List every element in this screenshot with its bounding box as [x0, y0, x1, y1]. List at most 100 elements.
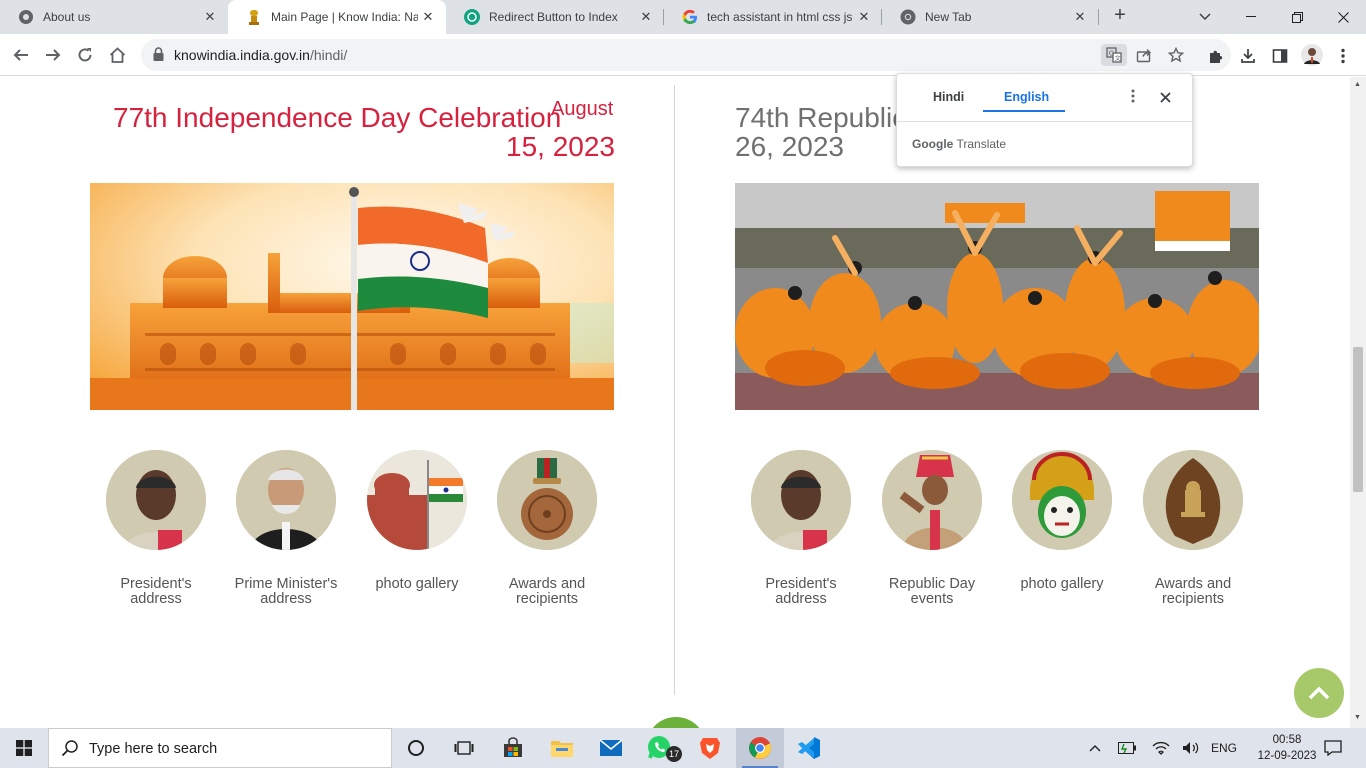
- task-view-icon[interactable]: [440, 728, 488, 768]
- extensions-puzzle-icon[interactable]: [1206, 46, 1226, 66]
- scroll-to-top-button[interactable]: [1294, 668, 1344, 718]
- svg-text:文: 文: [1115, 55, 1121, 63]
- translate-divider: [897, 121, 1192, 122]
- scroll-down-arrow-icon[interactable]: ▼: [1354, 714, 1361, 721]
- taskbar-search-box[interactable]: Type here to search: [48, 728, 392, 768]
- translate-label: Translate: [953, 137, 1007, 151]
- translate-branding: Google Translate: [912, 137, 1006, 151]
- chatgpt-icon: [464, 9, 480, 25]
- close-tab-icon[interactable]: ✕: [636, 9, 656, 25]
- scrollbar-thumb[interactable]: [1353, 347, 1363, 492]
- independence-day-month: August: [551, 98, 614, 120]
- photo-gallery-label[interactable]: photo gallery: [357, 577, 477, 592]
- republic-day-events-thumbnail[interactable]: [882, 450, 982, 550]
- microsoft-store-icon[interactable]: [489, 728, 537, 768]
- awards-recipients-thumbnail[interactable]: [1143, 450, 1243, 550]
- wifi-icon[interactable]: [1150, 728, 1172, 768]
- page-scrollbar[interactable]: ▲ ▼: [1350, 77, 1366, 728]
- minimize-icon[interactable]: [1228, 0, 1274, 34]
- photo-gallery-thumbnail[interactable]: [1012, 450, 1112, 550]
- tab-title: tech assistant in html css js g: [707, 10, 854, 24]
- chrome-taskbar-icon[interactable]: [736, 728, 784, 768]
- tab-title: About us: [43, 10, 91, 24]
- address-bar[interactable]: knowindia.india.gov.in/hindi/ G文: [141, 39, 1231, 71]
- home-icon[interactable]: [104, 42, 130, 68]
- side-panel-icon[interactable]: [1270, 46, 1290, 66]
- scroll-up-arrow-icon[interactable]: ▲: [1354, 81, 1361, 88]
- floating-green-badge[interactable]: [646, 717, 706, 728]
- back-arrow-icon[interactable]: [8, 42, 34, 68]
- volume-icon[interactable]: [1180, 728, 1202, 768]
- system-clock[interactable]: 00:58 12-09-2023: [1252, 732, 1322, 764]
- independence-day-title: 77th Independence Day Celebration: [113, 102, 562, 133]
- reload-icon[interactable]: [72, 42, 98, 68]
- mail-icon[interactable]: [587, 728, 635, 768]
- language-indicator[interactable]: ENG: [1208, 728, 1240, 768]
- close-tab-icon[interactable]: ✕: [200, 9, 220, 25]
- google-translate-icon[interactable]: G文: [1101, 44, 1127, 66]
- prime-minister-address-thumbnail[interactable]: [236, 450, 336, 550]
- show-hidden-icons-chevron[interactable]: [1084, 728, 1106, 768]
- kebab-menu-icon[interactable]: [1333, 46, 1353, 66]
- tab-tech-assistant[interactable]: tech assistant in html css js g ✕: [664, 0, 882, 34]
- tab-about-us[interactable]: About us ✕: [0, 0, 228, 34]
- president-address-thumbnail[interactable]: [106, 450, 206, 550]
- chrome-icon: [900, 9, 916, 25]
- photo-gallery-label[interactable]: photo gallery: [1002, 577, 1122, 592]
- battery-icon[interactable]: [1116, 728, 1138, 768]
- independence-day-banner[interactable]: [90, 183, 614, 410]
- close-tab-icon[interactable]: ✕: [1070, 9, 1090, 25]
- profile-avatar[interactable]: [1301, 44, 1323, 66]
- url-path: /hindi/: [309, 47, 348, 63]
- republic-day-banner[interactable]: [735, 183, 1259, 410]
- awards-recipients-label[interactable]: Awards and recipients: [1133, 577, 1253, 607]
- forward-arrow-icon[interactable]: [40, 42, 66, 68]
- vscode-icon[interactable]: [785, 728, 833, 768]
- prime-minister-address-label[interactable]: Prime Minister's address: [226, 577, 346, 607]
- close-window-icon[interactable]: [1320, 0, 1366, 34]
- file-explorer-icon[interactable]: [538, 728, 586, 768]
- ashoka-emblem-icon: [246, 9, 262, 25]
- translate-tab-hindi[interactable]: Hindi: [933, 90, 964, 104]
- close-tab-icon[interactable]: ✕: [418, 9, 438, 25]
- translate-close-icon[interactable]: [1160, 90, 1171, 108]
- republic-day-events-label[interactable]: Republic Day events: [872, 577, 992, 607]
- new-tab-button[interactable]: +: [1108, 4, 1132, 27]
- tab-new-tab[interactable]: New Tab ✕: [882, 0, 1098, 34]
- search-placeholder: Type here to search: [89, 741, 218, 757]
- download-icon[interactable]: [1238, 46, 1258, 66]
- active-tab-underline: [983, 110, 1065, 112]
- windows-taskbar: Type here to search 17 ENG 00:58 12-09-2…: [0, 728, 1366, 768]
- republic-day-title: 74th Republic: [735, 102, 907, 133]
- whatsapp-icon[interactable]: 17: [636, 728, 684, 768]
- president-address-thumbnail[interactable]: [751, 450, 851, 550]
- tab-redirect-button[interactable]: Redirect Button to Index ✕: [446, 0, 664, 34]
- photo-gallery-thumbnail[interactable]: [367, 450, 467, 550]
- bookmark-star-icon[interactable]: [1166, 45, 1186, 65]
- tab-title: Main Page | Know India: Nati: [271, 10, 418, 24]
- cortana-icon[interactable]: [392, 728, 440, 768]
- tab-separator: [1098, 9, 1099, 25]
- republic-day-date: 26, 2023: [735, 131, 844, 162]
- tab-main-page[interactable]: Main Page | Know India: Nati ✕: [228, 0, 446, 34]
- close-tab-icon[interactable]: ✕: [854, 9, 874, 25]
- globe-icon: [18, 9, 34, 25]
- president-address-label[interactable]: President's address: [741, 577, 861, 607]
- brave-browser-icon[interactable]: [686, 728, 734, 768]
- notifications-icon[interactable]: [1322, 728, 1344, 768]
- lock-icon[interactable]: [153, 47, 164, 66]
- awards-recipients-label[interactable]: Awards and recipients: [487, 577, 607, 607]
- google-logo-text: Google: [912, 137, 954, 151]
- tab-search-chevron-icon[interactable]: [1182, 0, 1228, 34]
- section-divider: [674, 85, 675, 695]
- windows-start-icon[interactable]: [0, 728, 48, 768]
- browser-tab-strip: About us ✕ Main Page | Know India: Nati …: [0, 0, 1366, 34]
- translate-options-icon[interactable]: [1131, 89, 1135, 108]
- restore-icon[interactable]: [1274, 0, 1320, 34]
- url-text: knowindia.india.gov.in/hindi/: [174, 47, 347, 63]
- president-address-label[interactable]: President's address: [96, 577, 216, 607]
- translate-tab-english[interactable]: English: [1004, 90, 1049, 104]
- share-icon[interactable]: [1134, 45, 1154, 65]
- search-icon: [61, 739, 79, 762]
- awards-recipients-thumbnail[interactable]: [497, 450, 597, 550]
